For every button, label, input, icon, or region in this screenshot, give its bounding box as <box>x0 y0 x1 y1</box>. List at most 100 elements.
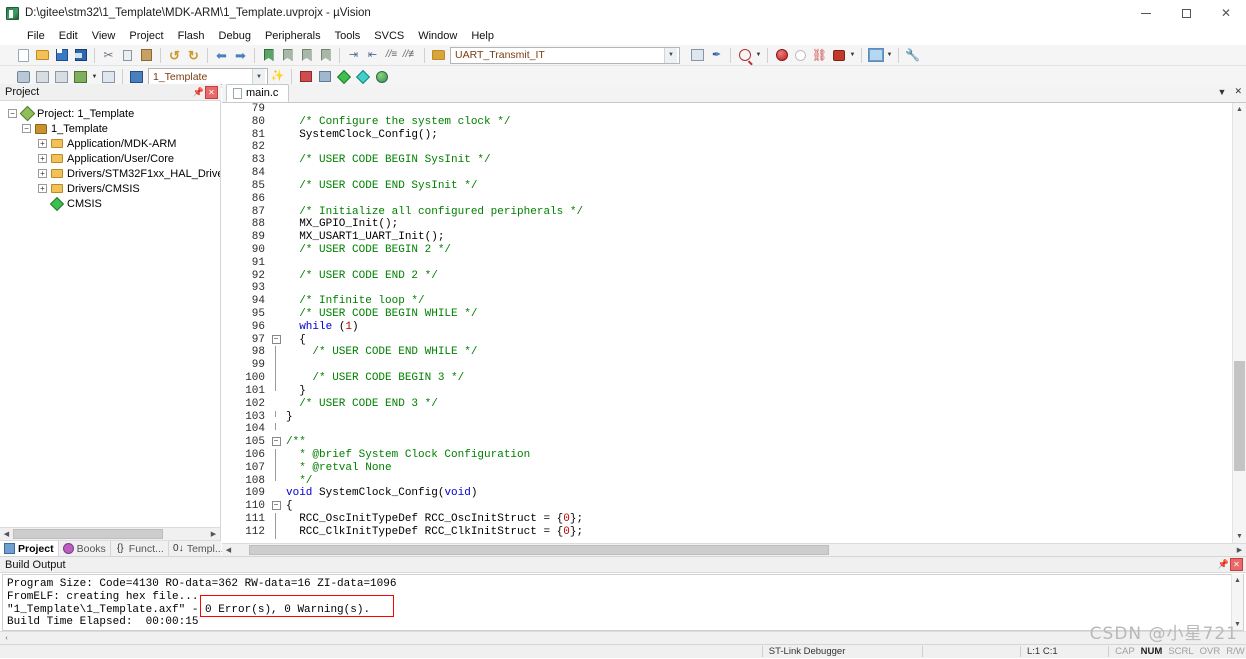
hscroll-track[interactable] <box>235 544 1233 556</box>
expander-icon[interactable]: + <box>38 154 47 163</box>
bookmark-toggle-icon[interactable] <box>260 47 277 64</box>
cut-icon[interactable]: ✂ <box>100 47 117 64</box>
scroll-up-icon[interactable]: ▲ <box>1233 103 1246 116</box>
menu-debug[interactable]: Debug <box>212 28 258 44</box>
goto-function-icon[interactable] <box>430 47 447 64</box>
uncomment-icon[interactable]: //≢ <box>402 47 419 64</box>
vscroll-thumb[interactable] <box>1234 361 1245 471</box>
pack-manager-icon[interactable] <box>354 68 371 85</box>
save-icon[interactable] <box>53 47 70 64</box>
tree-item-drivers-cmsis[interactable]: + Drivers/CMSIS <box>0 181 220 196</box>
tree-item-application-user-core[interactable]: + Application/User/Core <box>0 151 220 166</box>
navigate-forward-icon[interactable]: ➡ <box>232 47 249 64</box>
menu-edit[interactable]: Edit <box>52 28 85 44</box>
tab-books[interactable]: Books <box>59 540 111 557</box>
tree-item-cmsis[interactable]: CMSIS <box>0 196 220 211</box>
menu-peripherals[interactable]: Peripherals <box>258 28 328 44</box>
breakpoints-dropdown-icon[interactable]: ▼ <box>848 47 857 64</box>
scroll-left-icon[interactable]: ◀ <box>222 544 235 556</box>
undo-icon[interactable]: ↺ <box>166 47 183 64</box>
software-packs-icon[interactable] <box>373 68 390 85</box>
bookmark-clear-icon[interactable] <box>317 47 334 64</box>
window-layout-icon[interactable] <box>867 47 884 64</box>
menu-view[interactable]: View <box>85 28 123 44</box>
scroll-right-icon[interactable]: ▶ <box>207 528 220 540</box>
tree-item-drivers-hal[interactable]: + Drivers/STM32F1xx_HAL_Driver <box>0 166 220 181</box>
new-file-icon[interactable] <box>15 47 32 64</box>
editor-tab-main-c[interactable]: main.c <box>226 84 290 102</box>
copy-icon[interactable] <box>119 47 136 64</box>
config-wizard-icon[interactable]: ✒ <box>708 47 725 64</box>
batch-build-dropdown-icon[interactable]: ▼ <box>90 68 99 85</box>
indent-icon[interactable]: ⇥ <box>345 47 362 64</box>
fold-marker[interactable]: − <box>270 500 282 513</box>
stop-build-icon[interactable] <box>100 68 117 85</box>
expander-icon[interactable]: − <box>22 124 31 133</box>
save-all-icon[interactable] <box>72 47 89 64</box>
project-tree[interactable]: − Project: 1_Template − 1_Template + App… <box>0 101 221 527</box>
chevron-down-icon[interactable]: ▼ <box>252 69 265 84</box>
pin-icon[interactable]: 📌 <box>1217 558 1230 571</box>
tree-item-project[interactable]: − Project: 1_Template <box>0 105 220 122</box>
tab-project[interactable]: Project <box>0 540 59 557</box>
editor-hscrollbar[interactable]: ◀ ▶ <box>222 543 1246 556</box>
expander-icon[interactable]: + <box>38 139 47 148</box>
batch-build-icon[interactable] <box>72 68 89 85</box>
scroll-up-icon[interactable]: ▲ <box>1232 574 1243 586</box>
build-target-icon[interactable] <box>34 68 51 85</box>
fold-marker[interactable]: − <box>270 436 282 449</box>
project-tree-hscrollbar[interactable]: ◀ ▶ <box>0 527 221 540</box>
hscroll-track[interactable] <box>13 528 207 540</box>
minimize-icon[interactable] <box>1126 0 1166 26</box>
translate-file-icon[interactable] <box>15 68 32 85</box>
tree-item-application-mdk-arm[interactable]: + Application/MDK-ARM <box>0 136 220 151</box>
scroll-down-icon[interactable]: ▼ <box>1233 530 1246 543</box>
scroll-left-icon[interactable]: ◀ <box>0 528 13 540</box>
menu-tools[interactable]: Tools <box>328 28 368 44</box>
expander-icon[interactable]: + <box>38 184 47 193</box>
target-options-magic-icon[interactable]: ✨ <box>269 68 286 85</box>
menu-help[interactable]: Help <box>464 28 501 44</box>
insert-breakpoint-icon[interactable]: ⛓ <box>811 47 828 64</box>
bookmark-prev-icon[interactable] <box>279 47 296 64</box>
menu-flash[interactable]: Flash <box>171 28 212 44</box>
hscroll-thumb[interactable] <box>13 529 163 539</box>
layout-dropdown-icon[interactable]: ▼ <box>885 47 894 64</box>
menu-project[interactable]: Project <box>122 28 170 44</box>
outdent-icon[interactable]: ⇤ <box>364 47 381 64</box>
pin-icon[interactable]: 📌 <box>192 86 205 99</box>
comment-icon[interactable]: //≡ <box>383 47 400 64</box>
menu-window[interactable]: Window <box>411 28 464 44</box>
rebuild-all-icon[interactable] <box>53 68 70 85</box>
pack-installer-icon[interactable] <box>335 68 352 85</box>
kill-all-breakpoints-icon[interactable] <box>830 47 847 64</box>
target-options-icon[interactable] <box>128 68 145 85</box>
scroll-right-icon[interactable]: ▶ <box>1233 544 1246 556</box>
close-icon[interactable]: ✕ <box>1206 0 1246 26</box>
expander-icon[interactable]: − <box>8 109 17 118</box>
manage-project-items-icon[interactable] <box>297 68 314 85</box>
close-panel-icon[interactable]: ✕ <box>205 85 218 99</box>
configure-tools-icon[interactable]: 🔧 <box>904 47 921 64</box>
bookmark-next-icon[interactable] <box>298 47 315 64</box>
open-file-icon[interactable] <box>34 47 51 64</box>
tab-templates[interactable]: 0↓ Templ... <box>169 540 229 557</box>
function-selector[interactable]: UART_Transmit_IT ▼ <box>450 46 680 64</box>
hscroll-thumb[interactable] <box>249 545 829 555</box>
find-in-files-icon[interactable] <box>736 47 753 64</box>
expander-icon[interactable]: + <box>38 169 47 178</box>
tab-functions[interactable]: {} Funct... <box>111 540 169 557</box>
close-panel-icon[interactable]: ✕ <box>1230 558 1243 571</box>
editor-vscrollbar[interactable]: ▲ ▼ <box>1232 103 1246 543</box>
start-debug-session-icon[interactable] <box>773 47 790 64</box>
navigate-back-icon[interactable]: ⬅ <box>213 47 230 64</box>
build-output-hscrollbar[interactable]: ‹ <box>0 631 1246 644</box>
tree-item-target[interactable]: − 1_Template <box>0 121 220 136</box>
build-output-text[interactable]: Program Size: Code=4130 RO-data=362 RW-d… <box>2 574 1244 631</box>
menu-file[interactable]: File <box>20 28 52 44</box>
find-dropdown-icon[interactable]: ▼ <box>754 47 763 64</box>
paste-icon[interactable] <box>138 47 155 64</box>
insert-snippet-icon[interactable] <box>689 47 706 64</box>
target-selector[interactable]: 1_Template ▼ <box>148 68 268 85</box>
reset-icon[interactable] <box>792 47 809 64</box>
